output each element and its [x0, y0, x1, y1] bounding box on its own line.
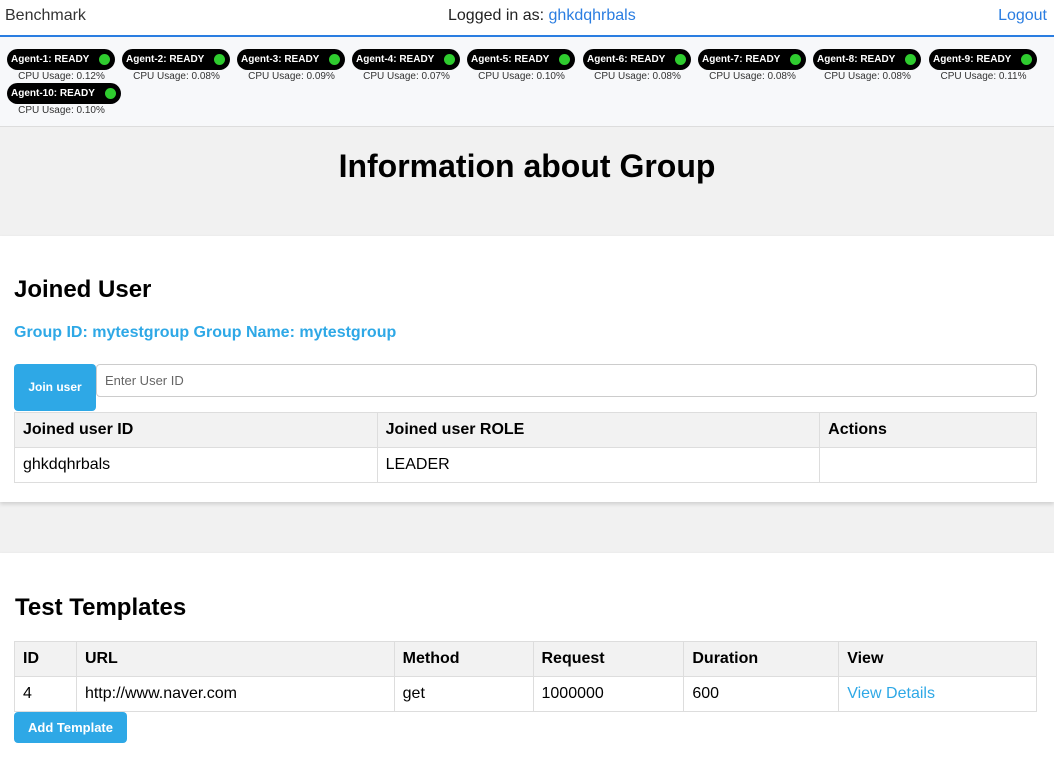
- template-url-cell: http://www.naver.com: [75, 676, 395, 712]
- agent-status-6: Agent-6: READY CPU Usage: 0.08%: [581, 37, 694, 82]
- page-title: Information about Group: [338, 148, 716, 184]
- agent-status-10: Agent-10: READY CPU Usage: 0.10%: [5, 71, 121, 116]
- agent-badge: Agent-6: READY: [583, 49, 692, 70]
- agent-cpu-usage: CPU Usage: 0.10%: [18, 105, 105, 116]
- column-header: ID: [14, 641, 77, 677]
- status-dot-icon: [104, 88, 116, 99]
- agent-badge: Agent-4: READY: [352, 49, 461, 70]
- agent-label: Agent-10: READY: [11, 88, 95, 99]
- status-dot-icon: [790, 54, 802, 65]
- logout-link[interactable]: Logout: [998, 7, 1047, 25]
- agent-status-2: Agent-2: READY CPU Usage: 0.08%: [120, 37, 233, 82]
- status-dot-icon: [99, 54, 111, 65]
- agent-label: Agent-8: READY: [817, 54, 896, 65]
- agent-label: Agent-1: READY: [11, 54, 90, 65]
- agent-status-7: Agent-7: READY CPU Usage: 0.08%: [696, 37, 809, 82]
- agent-badge: Agent-8: READY: [813, 49, 922, 70]
- joined-user-card: Joined User Group ID: mytestgroup Group …: [0, 236, 1054, 502]
- column-header: View: [838, 641, 1037, 677]
- status-dot-icon: [1021, 54, 1033, 65]
- agent-status-3: Agent-3: READY CPU Usage: 0.09%: [235, 37, 348, 82]
- column-header: Joined user ID: [14, 412, 378, 448]
- top-navbar: Benchmark Logged in as: ghkdqhrbals Logo…: [0, 0, 1054, 37]
- template-method-cell: get: [393, 676, 534, 712]
- agent-label: Agent-5: READY: [471, 54, 550, 65]
- agent-badge: Agent-9: READY: [929, 49, 1038, 70]
- agent-label: Agent-9: READY: [933, 54, 1012, 65]
- column-header: Actions: [819, 412, 1037, 448]
- column-header: Method: [393, 641, 534, 677]
- agent-status-9: Agent-9: READY CPU Usage: 0.11%: [927, 37, 1040, 82]
- agent-cpu-usage: CPU Usage: 0.09%: [248, 71, 335, 82]
- agent-cpu-usage: CPU Usage: 0.08%: [594, 71, 681, 82]
- status-dot-icon: [329, 54, 341, 65]
- status-dot-icon: [559, 54, 571, 65]
- agent-cpu-usage: CPU Usage: 0.08%: [824, 71, 911, 82]
- table-row: 4 http://www.naver.com get 1000000 600 V…: [14, 676, 1037, 712]
- column-header: Request: [532, 641, 685, 677]
- status-dot-icon: [905, 54, 917, 65]
- logged-in-label: Logged in as:: [448, 7, 545, 24]
- template-request-cell: 1000000: [532, 676, 685, 712]
- agent-cpu-usage: CPU Usage: 0.11%: [940, 71, 1027, 82]
- agent-cpu-usage: CPU Usage: 0.10%: [478, 71, 565, 82]
- test-templates-card: Test Templates ID URL Method Request Dur…: [0, 553, 1054, 758]
- status-dot-icon: [214, 54, 226, 65]
- view-details-link[interactable]: View Details: [847, 685, 935, 702]
- brand-title[interactable]: Benchmark: [5, 7, 86, 25]
- agent-cpu-usage: CPU Usage: 0.07%: [363, 71, 450, 82]
- agent-badge: Agent-7: READY: [698, 49, 807, 70]
- joined-user-role-cell: LEADER: [376, 447, 821, 483]
- joined-user-id-cell: ghkdqhrbals: [14, 447, 378, 483]
- column-header: URL: [75, 641, 395, 677]
- agent-badge: Agent-3: READY: [237, 49, 346, 70]
- status-dot-icon: [675, 54, 687, 65]
- joined-users-table: Joined user ID Joined user ROLE Actions …: [14, 412, 1037, 483]
- agent-cpu-usage: CPU Usage: 0.08%: [133, 71, 220, 82]
- agent-status-5: Agent-5: READY CPU Usage: 0.10%: [465, 37, 578, 82]
- add-template-button[interactable]: Add Template: [14, 712, 127, 743]
- column-header: Joined user ROLE: [376, 412, 821, 448]
- user-id-input[interactable]: [96, 364, 1037, 397]
- agent-status-4: Agent-4: READY CPU Usage: 0.07%: [350, 37, 463, 82]
- page-header: Information about Group: [0, 128, 1054, 232]
- table-header-row: Joined user ID Joined user ROLE Actions: [14, 412, 1037, 448]
- template-view-cell: View Details: [838, 676, 1037, 712]
- agent-label: Agent-7: READY: [702, 54, 781, 65]
- agent-status-bar: Agent-1: READY CPU Usage: 0.12% Agent-2:…: [0, 37, 1054, 127]
- login-status: Logged in as: ghkdqhrbals: [448, 7, 636, 25]
- templates-table: ID URL Method Request Duration View 4 ht…: [14, 641, 1037, 712]
- agent-label: Agent-4: READY: [356, 54, 435, 65]
- agent-label: Agent-2: READY: [126, 54, 205, 65]
- username-link[interactable]: ghkdqhrbals: [549, 7, 636, 24]
- actions-cell: [819, 447, 1037, 483]
- agent-status-8: Agent-8: READY CPU Usage: 0.08%: [811, 37, 924, 82]
- template-duration-cell: 600: [683, 676, 840, 712]
- status-dot-icon: [444, 54, 456, 65]
- joined-user-heading: Joined User: [14, 276, 152, 303]
- test-templates-heading: Test Templates: [15, 594, 187, 621]
- agent-badge: Agent-2: READY: [122, 49, 231, 70]
- agent-cpu-usage: CPU Usage: 0.08%: [709, 71, 796, 82]
- table-row: ghkdqhrbals LEADER: [14, 447, 1037, 483]
- template-id-cell: 4: [14, 676, 77, 712]
- agent-badge: Agent-5: READY: [467, 49, 576, 70]
- agent-label: Agent-6: READY: [587, 54, 666, 65]
- agent-label: Agent-3: READY: [241, 54, 320, 65]
- table-header-row: ID URL Method Request Duration View: [14, 641, 1037, 677]
- agent-status-1: Agent-1: READY CPU Usage: 0.12%: [5, 37, 118, 82]
- column-header: Duration: [683, 641, 840, 677]
- agent-badge: Agent-10: READY: [7, 83, 121, 104]
- agent-badge: Agent-1: READY: [7, 49, 116, 70]
- join-user-button[interactable]: Join user: [14, 364, 96, 411]
- group-info: Group ID: mytestgroup Group Name: mytest…: [14, 324, 397, 341]
